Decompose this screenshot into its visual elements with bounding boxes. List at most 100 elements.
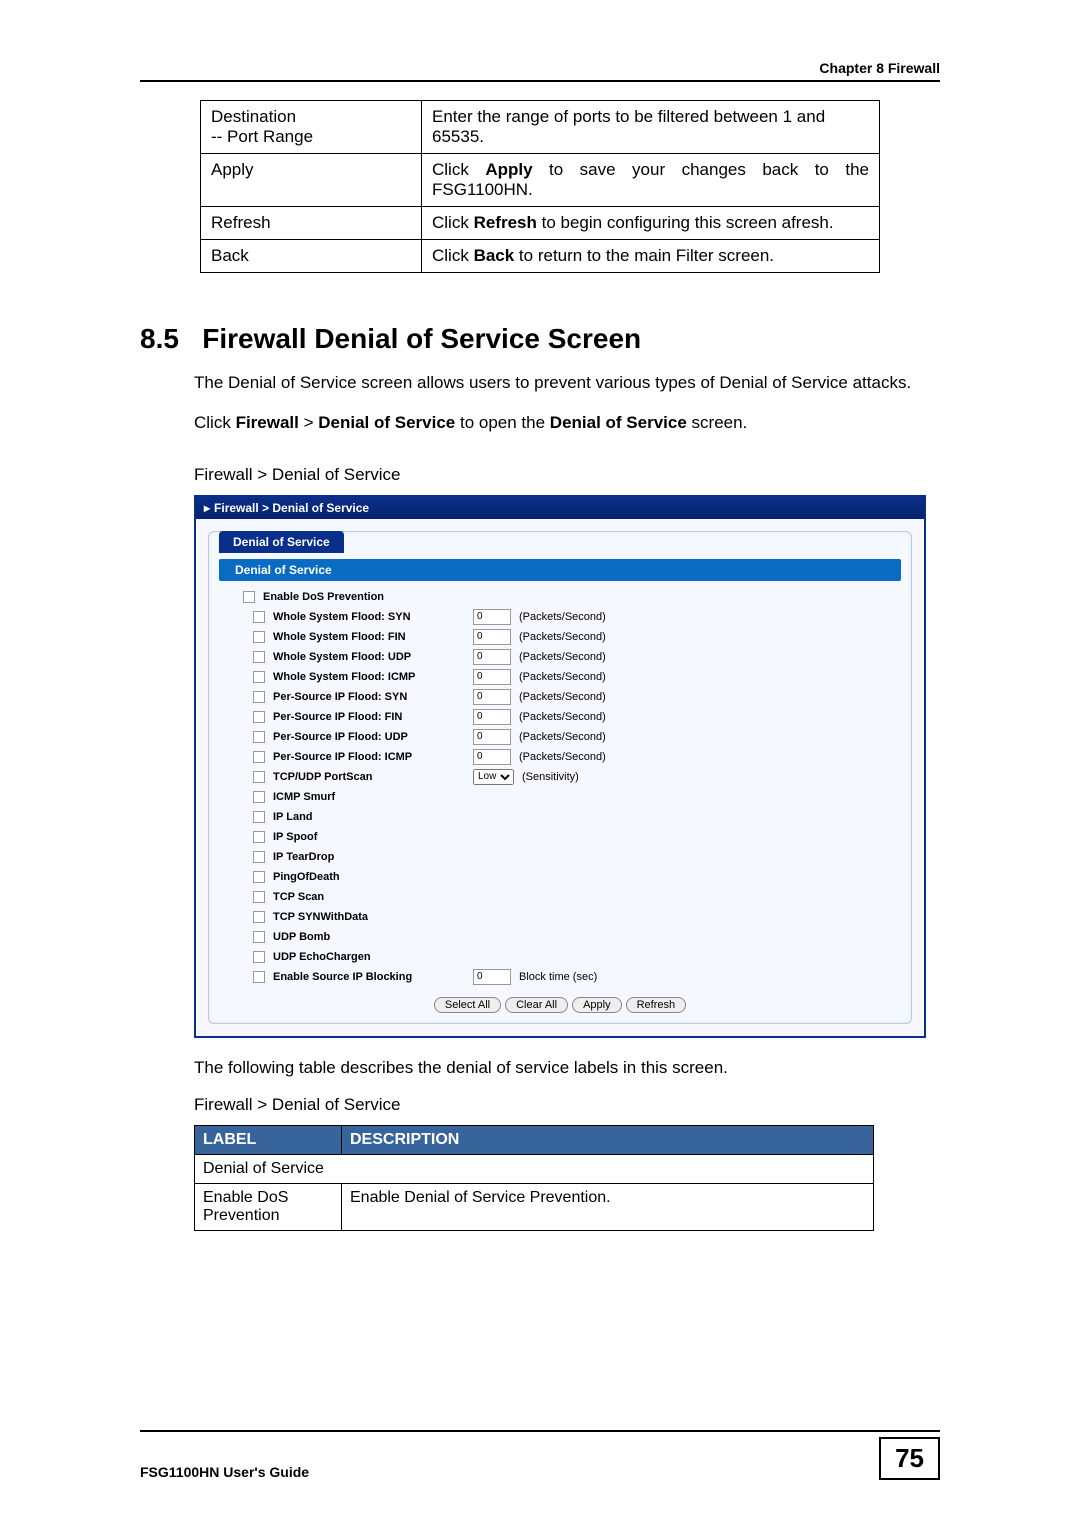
dos-option-row: Per-Source IP Flood: SYN(Packets/Second) [209, 687, 911, 707]
filter-label: Apply [201, 154, 422, 207]
filter-desc: Click Apply to save your changes back to… [422, 154, 880, 207]
filter-label: Back [201, 240, 422, 273]
dos-option-label: Whole System Flood: SYN [273, 611, 473, 623]
dos-option-label: ICMP Smurf [273, 791, 473, 803]
dos-option-label: Per-Source IP Flood: ICMP [273, 751, 473, 763]
footer-guide: FSG1100HN User's Guide [140, 1464, 309, 1480]
dos-option-checkbox[interactable] [253, 871, 265, 883]
dos-option-row: Per-Source IP Flood: UDP(Packets/Second) [209, 727, 911, 747]
dos-threshold-input[interactable] [473, 749, 511, 765]
dos-button-row: Select AllClear AllApplyRefresh [209, 997, 911, 1013]
dos-option-row: UDP EchoChargen [209, 947, 911, 967]
dos-threshold-input[interactable] [473, 689, 511, 705]
dos-option-checkbox[interactable] [253, 831, 265, 843]
dos-tab[interactable]: Denial of Service [219, 531, 344, 553]
dos-option-label: UDP EchoChargen [273, 951, 473, 963]
dos-option-label: Per-Source IP Flood: UDP [273, 731, 473, 743]
dos-option-checkbox[interactable] [253, 651, 265, 663]
dos-option-checkbox[interactable] [253, 771, 265, 783]
figure-caption: Firewall > Denial of Service [194, 465, 940, 485]
dos-sensitivity-select[interactable]: Low [473, 769, 514, 785]
apply-button[interactable]: Apply [572, 997, 622, 1013]
filter-desc: Click Back to return to the main Filter … [422, 240, 880, 273]
dos-unit-label: (Packets/Second) [519, 751, 606, 763]
dos-option-checkbox[interactable] [253, 951, 265, 963]
filter-label: Refresh [201, 207, 422, 240]
dos-option-row: TCP SYNWithData [209, 907, 911, 927]
desc-table-caption: Firewall > Denial of Service [194, 1095, 940, 1115]
dos-option-label: Per-Source IP Flood: FIN [273, 711, 473, 723]
chapter-header: Chapter 8 Firewall [140, 60, 940, 82]
dos-threshold-input[interactable] [473, 609, 511, 625]
dos-option-checkbox[interactable] [253, 711, 265, 723]
dos-option-row: IP Land [209, 807, 911, 827]
dos-option-label: IP TearDrop [273, 851, 473, 863]
dos-option-checkbox[interactable] [253, 631, 265, 643]
desc-label: Enable DoS Prevention [195, 1183, 342, 1230]
dos-option-row: Per-Source IP Flood: FIN (Packets/Second) [209, 707, 911, 727]
dos-threshold-input[interactable] [473, 629, 511, 645]
table-row: Apply Click Apply to save your changes b… [201, 154, 880, 207]
dos-option-checkbox[interactable] [253, 931, 265, 943]
dos-option-row: Whole System Flood: ICMP (Packets/Second) [209, 667, 911, 687]
table-row: Destination -- Port Range Enter the rang… [201, 101, 880, 154]
dos-unit-label: (Packets/Second) [519, 611, 606, 623]
table-section-row: Denial of Service [195, 1154, 874, 1183]
dos-option-row: Whole System Flood: UDP(Packets/Second) [209, 647, 911, 667]
dos-option-label: IP Land [273, 811, 473, 823]
dos-option-checkbox[interactable] [253, 971, 265, 983]
table-row: Refresh Click Refresh to begin configuri… [201, 207, 880, 240]
dos-option-label: Whole System Flood: UDP [273, 651, 473, 663]
dos-option-checkbox[interactable] [253, 691, 265, 703]
dos-option-checkbox[interactable] [253, 751, 265, 763]
table-header-row: LABEL DESCRIPTION [195, 1125, 874, 1154]
dos-option-checkbox[interactable] [253, 811, 265, 823]
filter-table: Destination -- Port Range Enter the rang… [200, 100, 880, 273]
dos-option-label: UDP Bomb [273, 931, 473, 943]
section-intro: The Denial of Service screen allows user… [194, 372, 940, 395]
desc-text: Enable Denial of Service Prevention. [342, 1183, 874, 1230]
desc-header-description: DESCRIPTION [342, 1125, 874, 1154]
dos-option-checkbox[interactable] [253, 671, 265, 683]
dos-option-row: Enable Source IP BlockingBlock time (sec… [209, 967, 911, 987]
dos-option-checkbox[interactable] [253, 791, 265, 803]
refresh-button[interactable]: Refresh [626, 997, 687, 1013]
select-all-button[interactable]: Select All [434, 997, 501, 1013]
dos-option-checkbox[interactable] [253, 851, 265, 863]
clear-all-button[interactable]: Clear All [505, 997, 568, 1013]
dos-option-label: TCP SYNWithData [273, 911, 473, 923]
dos-option-label: TCP Scan [273, 891, 473, 903]
dos-unit-label: (Packets/Second) [519, 671, 606, 683]
dos-threshold-input[interactable] [473, 649, 511, 665]
filter-label: Destination -- Port Range [201, 101, 422, 154]
filter-desc: Enter the range of ports to be filtered … [422, 101, 880, 154]
desc-section-cell: Denial of Service [195, 1154, 874, 1183]
dos-unit-label: (Packets/Second) [519, 711, 606, 723]
enable-dos-checkbox[interactable] [243, 591, 255, 603]
dos-option-checkbox[interactable] [253, 731, 265, 743]
dos-option-label: IP Spoof [273, 831, 473, 843]
dos-threshold-input[interactable] [473, 669, 511, 685]
dos-option-label: Whole System Flood: FIN [273, 631, 473, 643]
enable-dos-label: Enable DoS Prevention [263, 591, 463, 603]
dos-option-row: IP TearDrop [209, 847, 911, 867]
dos-breadcrumb: Firewall > Denial of Service [196, 497, 924, 519]
dos-option-checkbox[interactable] [253, 611, 265, 623]
dos-subheader: Denial of Service [219, 559, 901, 581]
dos-option-checkbox[interactable] [253, 891, 265, 903]
dos-option-row: TCP Scan [209, 887, 911, 907]
after-screenshot-text: The following table describes the denial… [194, 1058, 940, 1078]
dos-option-row: UDP Bomb [209, 927, 911, 947]
dos-option-checkbox[interactable] [253, 911, 265, 923]
dos-unit-label: (Packets/Second) [519, 691, 606, 703]
dos-option-row: ICMP Smurf [209, 787, 911, 807]
dos-enable-row: Enable DoS Prevention [209, 587, 911, 607]
dos-option-label: Whole System Flood: ICMP [273, 671, 473, 683]
page-number: 75 [879, 1437, 940, 1480]
dos-threshold-input[interactable] [473, 709, 511, 725]
filter-desc: Click Refresh to begin configuring this … [422, 207, 880, 240]
dos-block-time-input[interactable] [473, 969, 511, 985]
dos-threshold-input[interactable] [473, 729, 511, 745]
desc-header-label: LABEL [195, 1125, 342, 1154]
dos-option-label: TCP/UDP PortScan [273, 771, 473, 783]
